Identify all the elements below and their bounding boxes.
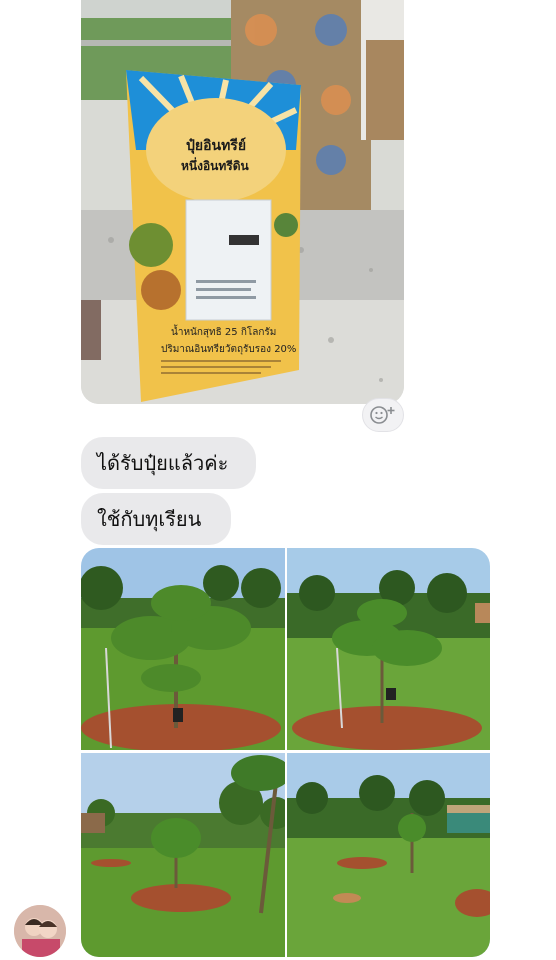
shared-photo-durian-tree-1[interactable] [81, 548, 285, 750]
avatar-image [14, 905, 66, 957]
bag-content-text: ปริมาณอินทรียวัตถุรับรอง 20% [161, 343, 296, 355]
durian-tree-scene [81, 548, 285, 750]
message-bubble[interactable]: ใช้กับทุเรียน [81, 493, 231, 545]
shared-photo-durian-tree-2[interactable] [287, 548, 490, 750]
shared-photo-durian-tree-3[interactable] [81, 753, 285, 957]
fertilizer-bag-scene: ปุ๋ยอินทรีย์ หนึ่งอินทรีดิน น้ำหนักสุทธิ… [81, 0, 404, 404]
durian-tree-scene [287, 548, 490, 750]
message-text: ใช้กับทุเรียน [97, 507, 202, 531]
shared-photo-durian-tree-4[interactable] [287, 753, 490, 957]
add-reaction-icon [370, 406, 395, 424]
durian-tree-scene [81, 753, 285, 957]
bag-brand-text: ปุ๋ยอินทรีย์ [186, 137, 246, 154]
add-reaction-button[interactable] [362, 398, 404, 432]
message-text: ได้รับปุ๋ยแล้วค่ะ [97, 451, 229, 475]
bag-subbrand-text: หนึ่งอินทรีดิน [181, 157, 250, 173]
shared-photo-fertilizer-bag[interactable]: ปุ๋ยอินทรีย์ หนึ่งอินทรีดิน น้ำหนักสุทธิ… [81, 0, 404, 404]
bag-weight-text: น้ำหนักสุทธิ 25 กิโลกรัม [171, 324, 276, 338]
message-bubble[interactable]: ได้รับปุ๋ยแล้วค่ะ [81, 437, 256, 489]
avatar[interactable] [14, 905, 66, 957]
durian-tree-scene [287, 753, 490, 957]
